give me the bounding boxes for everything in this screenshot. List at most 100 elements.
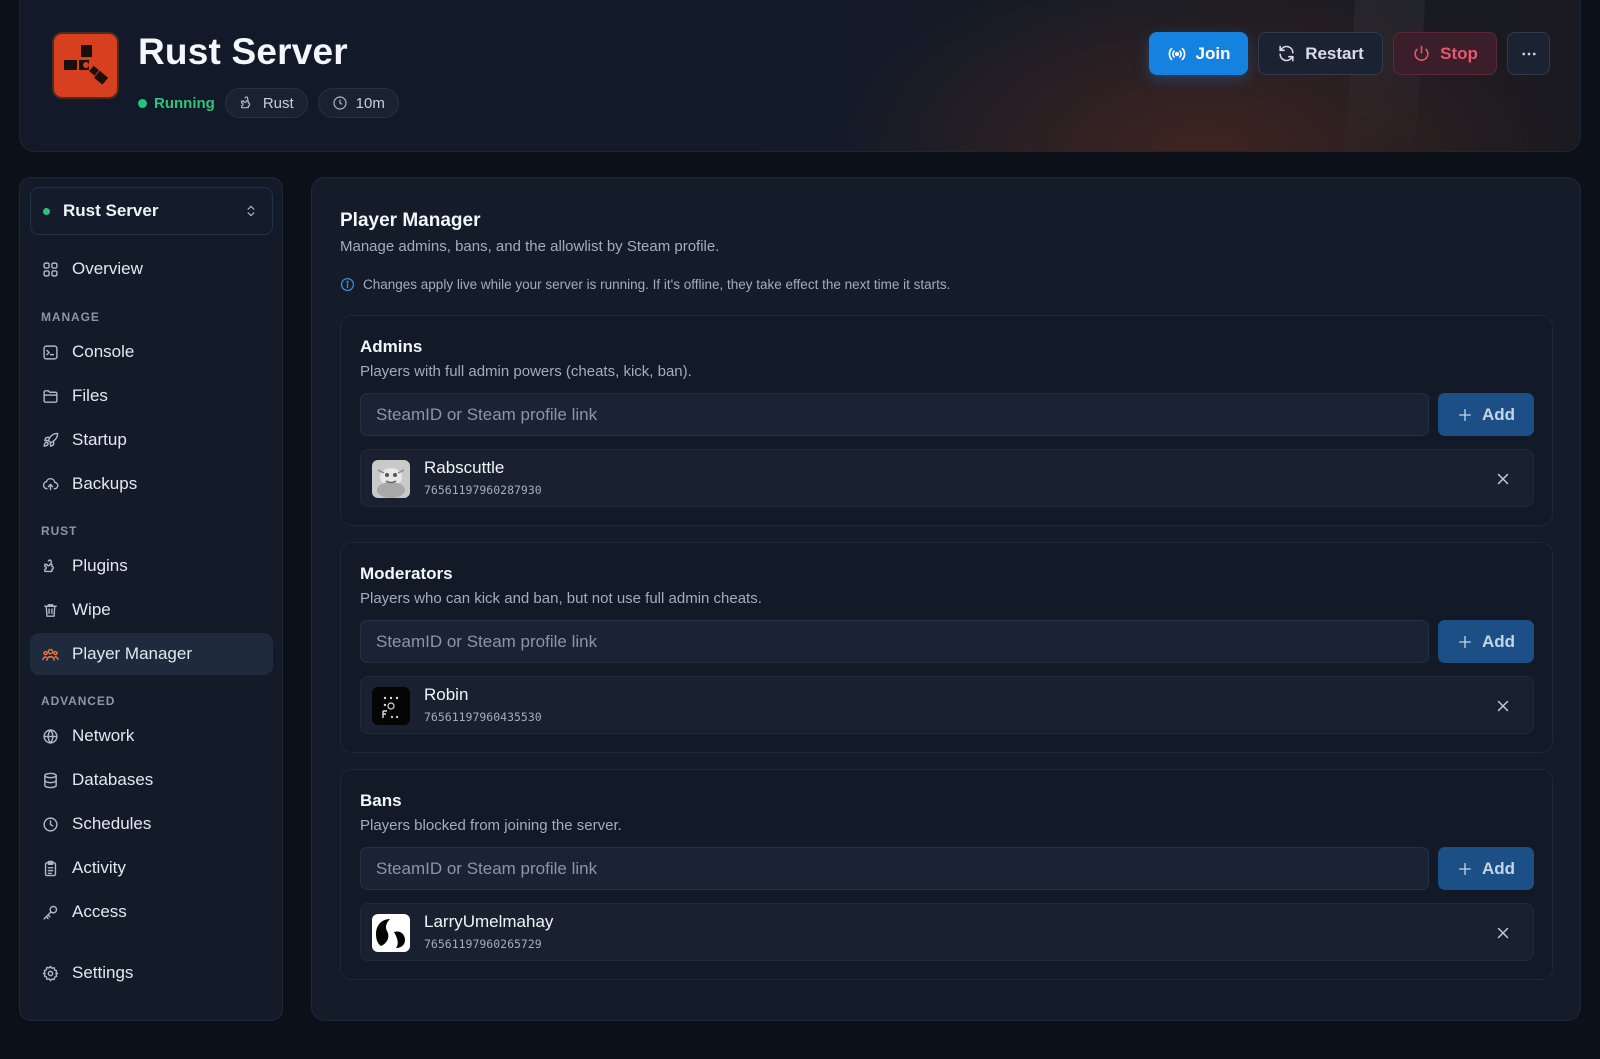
sidebar-item-wipe[interactable]: Wipe	[30, 589, 273, 631]
status-dot-icon	[138, 98, 147, 108]
sidebar-item-label: Overview	[72, 259, 143, 278]
page-subtitle: Manage admins, bans, and the allowlist b…	[340, 238, 720, 255]
chevron-up-down-icon	[244, 203, 258, 219]
key-icon	[42, 904, 59, 921]
moderator-steamid-input[interactable]	[360, 620, 1429, 663]
folder-icon	[42, 388, 59, 405]
restart-label: Restart	[1305, 43, 1364, 63]
plus-icon	[1457, 861, 1473, 877]
plus-icon	[1457, 407, 1473, 423]
refresh-icon	[1277, 44, 1296, 63]
sidebar-section-manage: MANAGE	[41, 310, 100, 324]
ban-steamid-input[interactable]	[360, 847, 1429, 890]
game-tag-label: Rust	[262, 94, 294, 112]
player-steam-id: 76561197960287930	[424, 483, 542, 497]
sidebar-item-console[interactable]: Console	[30, 331, 273, 373]
sidebar-item-player-manager[interactable]: Player Manager	[30, 633, 273, 675]
server-selector[interactable]: Rust Server	[30, 187, 273, 235]
join-button[interactable]: Join	[1149, 32, 1248, 75]
avatar	[372, 460, 410, 498]
server-header: Rust Server Running Rust 10m Join Restar	[19, 0, 1581, 152]
clipboard-list-icon	[42, 860, 59, 877]
sidebar-item-label: Plugins	[72, 556, 128, 575]
list-item: Robin 76561197960435530	[360, 676, 1534, 734]
remove-admin-button[interactable]	[1494, 470, 1512, 488]
sidebar-item-databases[interactable]: Databases	[30, 759, 273, 801]
list-item: LarryUmelmahay 76561197960265729	[360, 903, 1534, 961]
server-status-dot-icon	[43, 207, 50, 215]
sidebar-item-label: Schedules	[72, 814, 152, 833]
add-label: Add	[1481, 404, 1516, 424]
game-tag: Rust	[224, 88, 308, 118]
sidebar-item-plugins[interactable]: Plugins	[30, 545, 273, 587]
server-title: Rust Server	[138, 31, 348, 72]
card-title: Admins	[360, 337, 423, 356]
info-text: Changes apply live while your server is …	[363, 277, 951, 292]
sidebar-item-label: Startup	[72, 430, 127, 449]
users-icon	[42, 646, 59, 663]
status-badge: Running	[138, 95, 215, 112]
terminal-icon	[42, 344, 59, 361]
sidebar-item-network[interactable]: Network	[30, 715, 273, 757]
uptime-tag: 10m	[317, 88, 399, 118]
status-row: Running Rust 10m	[138, 88, 399, 118]
sidebar-item-settings[interactable]: Settings	[30, 952, 273, 994]
avatar	[372, 914, 410, 952]
puzzle-icon	[42, 558, 59, 575]
sidebar-item-label: Network	[72, 726, 135, 745]
player-name: LarryUmelmahay	[424, 912, 554, 931]
sidebar-item-activity[interactable]: Activity	[30, 847, 273, 889]
card-title: Bans	[360, 791, 402, 810]
sidebar: Rust Server Overview MANAGE Console File…	[19, 177, 283, 1021]
restart-button[interactable]: Restart	[1258, 32, 1383, 75]
bans-card: Bans Players blocked from joining the se…	[340, 769, 1553, 980]
sidebar-item-startup[interactable]: Startup	[30, 419, 273, 461]
add-moderator-button[interactable]: Add	[1438, 620, 1534, 663]
gear-icon	[42, 965, 59, 982]
sidebar-item-backups[interactable]: Backups	[30, 463, 273, 505]
info-notice: Changes apply live while your server is …	[340, 277, 950, 292]
close-icon	[1494, 697, 1512, 715]
list-item: Rabscuttle 76561197960287930	[360, 449, 1534, 507]
remove-ban-button[interactable]	[1494, 924, 1512, 942]
sidebar-item-label: Access	[72, 902, 127, 921]
sidebar-item-access[interactable]: Access	[30, 891, 273, 933]
info-icon	[340, 277, 355, 292]
sidebar-item-overview[interactable]: Overview	[30, 248, 273, 290]
player-name: Rabscuttle	[424, 458, 505, 477]
sidebar-item-schedules[interactable]: Schedules	[30, 803, 273, 845]
add-admin-button[interactable]: Add	[1438, 393, 1534, 436]
close-icon	[1494, 924, 1512, 942]
player-steam-id: 76561197960265729	[424, 937, 542, 951]
sidebar-section-advanced: ADVANCED	[41, 694, 116, 708]
sidebar-item-label: Console	[72, 342, 135, 361]
globe-icon	[42, 728, 59, 745]
clock-icon	[332, 95, 348, 111]
avatar	[372, 687, 410, 725]
sidebar-item-label: Settings	[72, 963, 134, 982]
add-ban-button[interactable]: Add	[1438, 847, 1534, 890]
trash-icon	[42, 602, 59, 619]
stop-button[interactable]: Stop	[1393, 32, 1497, 75]
player-steam-id: 76561197960435530	[424, 710, 542, 724]
add-label: Add	[1481, 631, 1516, 651]
card-subtitle: Players with full admin powers (cheats, …	[360, 363, 692, 380]
card-subtitle: Players who can kick and ban, but not us…	[360, 590, 762, 607]
cloud-upload-icon	[42, 476, 59, 493]
admins-card: Admins Players with full admin powers (c…	[340, 315, 1553, 526]
card-title: Moderators	[360, 564, 453, 583]
grid-icon	[42, 261, 59, 278]
remove-moderator-button[interactable]	[1494, 697, 1512, 715]
broadcast-icon	[1167, 44, 1187, 64]
sidebar-item-label: Databases	[72, 770, 154, 789]
database-icon	[42, 772, 59, 789]
sidebar-item-label: Backups	[72, 474, 138, 493]
uptime-label: 10m	[355, 94, 385, 112]
sidebar-item-label: Activity	[72, 858, 126, 877]
puzzle-icon	[239, 95, 255, 111]
sidebar-item-files[interactable]: Files	[30, 375, 273, 417]
admin-steamid-input[interactable]	[360, 393, 1429, 436]
more-options-button[interactable]	[1507, 32, 1550, 75]
close-icon	[1494, 470, 1512, 488]
sidebar-item-label: Player Manager	[72, 644, 193, 663]
